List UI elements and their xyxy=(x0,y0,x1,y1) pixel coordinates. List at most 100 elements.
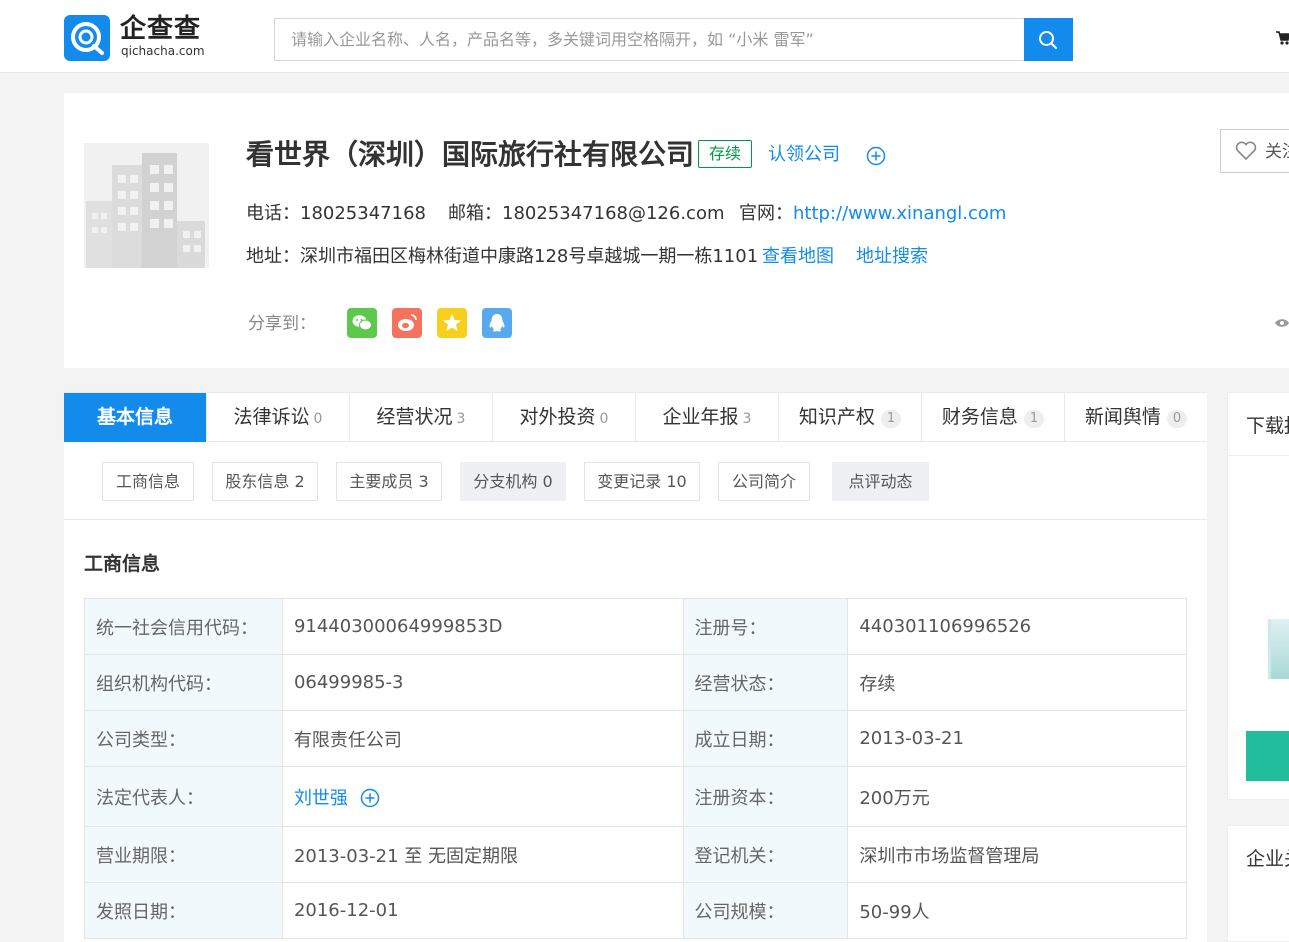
business-info-table: 统一社会信用代码： 91440300064999853D 注册号： 440301… xyxy=(84,598,1187,939)
main-tabs: 基本信息 法律诉讼 0 经营状况 3 对外投资 0 企业年报 3 知识产权 1 财务信息 1… xyxy=(64,392,1207,442)
tab-label: 经营状况 xyxy=(376,406,453,428)
tab-label: 法律诉讼 xyxy=(233,406,310,428)
tab-count: 0 xyxy=(313,411,323,427)
panel-title: 下载报告 xyxy=(1246,415,1289,437)
tab-count: 3 xyxy=(742,411,752,427)
table-row: 组织机构代码： 06499985-3 经营状态： 存续 xyxy=(84,654,1187,711)
subtab-business-info[interactable]: 工商信息 xyxy=(102,462,194,501)
tab-annual-reports[interactable]: 企业年报 3 xyxy=(636,393,779,442)
address-value: 深圳市福田区梅林街道中康路128号卓越城一期一栋1101 xyxy=(300,246,759,267)
cart-icon[interactable] xyxy=(1276,30,1289,46)
section-title: 工商信息 xyxy=(84,553,161,575)
company-name: 看世界（深圳）国际旅行社有限公司 xyxy=(246,138,695,171)
tab-count: 3 xyxy=(456,411,466,427)
top-header: 企查查 qichacha.com xyxy=(0,0,1289,73)
table-row: 营业期限： 2013-03-21 至 无固定期限 登记机关： 深圳市市场监督管理… xyxy=(84,826,1187,883)
field-label: 公司类型： xyxy=(84,710,283,767)
divider xyxy=(1228,455,1289,456)
field-value: 存续 xyxy=(847,654,1187,711)
eye-icon xyxy=(1275,319,1289,327)
tab-ip[interactable]: 知识产权 1 xyxy=(779,393,922,442)
address-search-link[interactable]: 地址搜索 xyxy=(856,245,928,269)
wechat-icon[interactable] xyxy=(347,308,377,338)
tab-finance[interactable]: 财务信息 1 xyxy=(922,393,1065,442)
field-value: 91440300064999853D xyxy=(281,598,684,655)
tab-label: 企业年报 xyxy=(662,406,739,428)
tab-news[interactable]: 新闻舆情 0 xyxy=(1065,393,1207,442)
field-value: 有限责任公司 xyxy=(281,710,684,767)
email-value: 18025347168@126.com xyxy=(502,203,725,224)
field-value: 06499985-3 xyxy=(281,654,684,711)
field-label: 经营状态： xyxy=(682,654,849,711)
download-report-panel: 下载报告 xyxy=(1227,392,1289,800)
company-follow-panel: 企业关注 xyxy=(1227,825,1289,942)
qq-icon[interactable] xyxy=(482,308,512,338)
tab-count: 0 xyxy=(599,411,609,427)
subtab-members[interactable]: 主要成员 3 xyxy=(336,462,442,501)
tab-label: 新闻舆情 xyxy=(1084,406,1161,428)
panel-title: 企业关注 xyxy=(1246,848,1289,870)
status-badge: 存续 xyxy=(698,140,753,168)
weibo-icon[interactable] xyxy=(392,308,422,338)
tab-label: 对外投资 xyxy=(519,406,596,428)
phone-label: 电话： xyxy=(246,203,300,224)
divider xyxy=(64,519,1207,520)
field-value: 深圳市市场监督管理局 xyxy=(847,826,1187,883)
plus-circle-icon[interactable] xyxy=(360,788,380,808)
download-button[interactable] xyxy=(1246,731,1289,781)
main-content: 工商信息 股东信息 2 主要成员 3 分支机构 0 变更记录 10 公司简介 点… xyxy=(64,442,1207,942)
report-illustration xyxy=(1268,619,1289,679)
table-row: 统一社会信用代码： 91440300064999853D 注册号： 440301… xyxy=(84,598,1187,655)
table-row: 公司类型： 有限责任公司 成立日期： 2013-03-21 xyxy=(84,710,1187,767)
logo-text[interactable]: 企查查 xyxy=(120,14,201,44)
website-link[interactable]: http://www.xinangl.com xyxy=(793,203,1006,224)
tab-basic-info[interactable]: 基本信息 xyxy=(64,393,207,442)
subtab-reviews[interactable]: 点评动态 xyxy=(832,462,929,501)
tab-investments[interactable]: 对外投资 0 xyxy=(493,393,636,442)
tab-operations[interactable]: 经营状况 3 xyxy=(350,393,493,442)
search-button[interactable] xyxy=(1024,18,1073,61)
field-label: 公司规模： xyxy=(682,882,849,939)
field-label: 登记机关： xyxy=(682,826,849,883)
tab-label: 财务信息 xyxy=(941,406,1018,428)
view-map-link-text[interactable]: 查看地图 xyxy=(762,246,834,267)
field-label: 注册资本： xyxy=(682,766,849,827)
subtab-company-intro[interactable]: 公司简介 xyxy=(718,462,810,501)
field-label: 成立日期： xyxy=(682,710,849,767)
field-value: 200万元 xyxy=(847,766,1187,827)
tab-label: 知识产权 xyxy=(798,406,875,428)
tab-label: 基本信息 xyxy=(96,406,173,428)
phone-line: 电话：18025347168 xyxy=(246,202,426,226)
building-icon xyxy=(86,153,205,268)
field-value: 50-99人 xyxy=(847,882,1187,939)
website-line: 官网：http://www.xinangl.com xyxy=(739,202,1006,226)
field-label: 法定代表人： xyxy=(84,766,283,827)
claim-company-link[interactable]: 认领公司 xyxy=(768,143,840,167)
plus-circle-icon[interactable] xyxy=(866,146,886,166)
company-card: 看世界（深圳）国际旅行社有限公司 存续 认领公司 关注 电话：180253471… xyxy=(64,93,1289,368)
tab-count: 1 xyxy=(880,410,902,428)
tab-count: 1 xyxy=(1023,410,1045,428)
view-map-link[interactable]: 查看地图 xyxy=(762,245,834,269)
field-label: 营业期限： xyxy=(84,826,283,883)
subtab-shareholders[interactable]: 股东信息 2 xyxy=(212,462,318,501)
tab-legal[interactable]: 法律诉讼 0 xyxy=(207,393,350,442)
subtab-change-records[interactable]: 变更记录 10 xyxy=(584,462,700,501)
address-search-link-text[interactable]: 地址搜索 xyxy=(856,246,928,267)
qzone-icon[interactable] xyxy=(437,308,467,338)
address-line: 地址：深圳市福田区梅林街道中康路128号卓越城一期一栋1101 xyxy=(246,245,758,269)
qichacha-logo-icon[interactable] xyxy=(64,15,110,61)
subtab-branches[interactable]: 分支机构 0 xyxy=(460,462,566,501)
follow-button[interactable]: 关注 xyxy=(1220,129,1289,173)
logo-domain: qichacha.com xyxy=(121,44,205,58)
field-label: 发照日期： xyxy=(84,882,283,939)
email-label: 邮箱： xyxy=(448,203,502,224)
email-line: 邮箱：18025347168@126.com xyxy=(448,202,725,226)
company-logo-placeholder xyxy=(84,143,209,268)
field-label: 注册号： xyxy=(682,598,849,655)
search-icon xyxy=(1039,31,1057,49)
search-input[interactable] xyxy=(274,18,1024,61)
legal-rep-link[interactable]: 刘世强 xyxy=(294,788,348,809)
legal-rep-cell: 刘世强 xyxy=(281,766,684,827)
share-label: 分享到： xyxy=(248,314,316,334)
